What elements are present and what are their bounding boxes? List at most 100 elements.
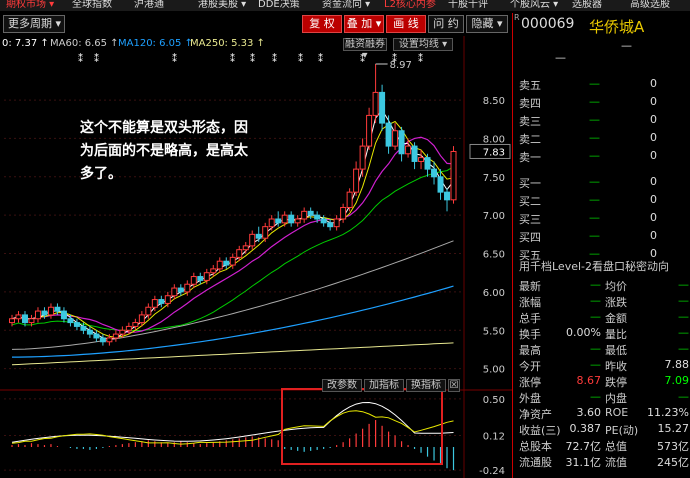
candle-body xyxy=(210,268,217,274)
candle-body xyxy=(86,329,93,335)
quote-stat-row: 涨幅 — 涨跌 — xyxy=(513,293,690,309)
ask-button[interactable]: 问 约 xyxy=(428,15,464,33)
add-indicator-button[interactable]: 加指标 xyxy=(364,379,404,392)
candle-body xyxy=(242,245,249,251)
restore-button[interactable]: 复 权 xyxy=(302,15,342,33)
candle-body xyxy=(411,145,418,162)
quote-stat-row: 最新 — 均价 — xyxy=(513,277,690,293)
restore-flag: R xyxy=(514,13,520,22)
stat-b: 内盘 xyxy=(605,392,627,405)
event-star-marker: ⁑ xyxy=(94,52,99,65)
stat-a: 净资产 xyxy=(519,408,552,421)
candle-body xyxy=(424,157,431,170)
menu-item[interactable]: 高级选股 xyxy=(630,0,670,11)
order-book-dash: — xyxy=(589,175,600,188)
stat-av: 0.00% xyxy=(566,326,601,339)
candle-body xyxy=(184,283,191,293)
order-book-label: 卖二 xyxy=(519,133,541,146)
macd-tick-label: 0.50 xyxy=(483,395,505,406)
overlay-button[interactable]: 叠 加 ▾ xyxy=(344,15,384,33)
candle-body xyxy=(405,145,412,155)
menu-item[interactable]: 全球指数 xyxy=(72,0,112,11)
order-book-value: 0 xyxy=(650,113,657,126)
menu-item[interactable]: 千股千评 xyxy=(448,0,488,11)
stat-a: 今开 xyxy=(519,360,541,373)
candle-body xyxy=(54,306,61,312)
hide-button[interactable]: 隐藏 ▾ xyxy=(466,15,508,33)
stat-a: 外盘 xyxy=(519,392,541,405)
candle-body xyxy=(431,168,438,178)
candle-body xyxy=(60,310,67,320)
stat-b: 均价 xyxy=(605,280,627,293)
margin-trading-dropdown[interactable]: 融资融券 ▾ xyxy=(343,38,387,61)
candle-body xyxy=(106,337,113,343)
menu-item[interactable]: 个股风云 ▾ xyxy=(510,0,558,11)
price-tick-label: 7.50 xyxy=(483,173,505,184)
quote-stat-row: 净资产 3.60 ROE 11.23% xyxy=(513,405,690,421)
order-book-label: 买三 xyxy=(519,213,541,226)
candle-body xyxy=(307,210,314,216)
order-book-value: 0 xyxy=(650,211,657,224)
level2-link[interactable]: 用千档Level-2看盘口秘密动向 xyxy=(519,258,669,274)
menu-item[interactable]: 资金流向 ▾ xyxy=(322,0,370,11)
candlestick-chart[interactable]: 8.508.007.507.006.506.005.505.008.977.83… xyxy=(0,36,512,478)
candle-body xyxy=(203,272,210,281)
order-book-row: 买二 — 0 xyxy=(513,191,690,209)
candle-body xyxy=(366,114,373,147)
quote-stat-row: 总手 — 金额 — xyxy=(513,309,690,325)
price-tick-label: 6.50 xyxy=(483,250,505,261)
candle-body xyxy=(418,157,425,162)
macd-dea-line xyxy=(11,410,454,445)
change-param-button[interactable]: 改参数 xyxy=(322,379,362,392)
order-book-label: 卖五 xyxy=(519,79,541,92)
menu-item[interactable]: 沪港通 xyxy=(134,0,164,11)
quote-stat-row: 换手 0.00% 量比 — xyxy=(513,325,690,341)
stat-b: PE(动) xyxy=(605,424,639,437)
candle-body xyxy=(372,91,379,116)
quote-stat-row: 流通股 31.1亿 流值 245亿 xyxy=(513,453,690,469)
candle-body xyxy=(255,233,262,239)
candle-body xyxy=(262,226,269,239)
price-tick-label: 8.50 xyxy=(483,96,505,107)
order-book-row: 卖三 — 0 xyxy=(513,111,690,129)
highlight-box xyxy=(281,388,443,465)
order-book-value: 0 xyxy=(650,149,657,162)
order-book-label: 买四 xyxy=(519,231,541,244)
draw-line-button[interactable]: 画 线 xyxy=(386,15,426,33)
menu-item[interactable]: 期权市场 ▾ xyxy=(6,0,54,11)
menu-item[interactable]: 港股美股 ▾ xyxy=(198,0,246,11)
order-book-row: 卖五 — 0 xyxy=(513,75,690,93)
price-tick-label: 5.00 xyxy=(483,365,505,376)
price-tick-label: 8.00 xyxy=(483,134,505,145)
candle-body xyxy=(190,276,197,285)
menu-item[interactable]: L2核心内参 xyxy=(384,0,436,11)
stat-av: 0.387 xyxy=(569,422,602,435)
switch-indicator-button[interactable]: 换指标 xyxy=(406,379,446,392)
stat-a: 流通股 xyxy=(519,456,552,469)
event-star-marker: ⁑ xyxy=(78,52,83,65)
order-book-dash: — xyxy=(589,149,600,162)
order-book-dash: — xyxy=(589,131,600,144)
period-dropdown[interactable]: 更多周期 ▾ xyxy=(3,15,65,33)
stat-av: — xyxy=(590,278,601,291)
stat-bv: — xyxy=(678,390,689,403)
top-menu-bar: 期权市场 ▾ 全球指数 沪港通 港股美股 ▾ DDE决策 资金流向 ▾ L2核心内参 千股千评… xyxy=(0,0,690,11)
stat-av: 72.7亿 xyxy=(565,440,602,453)
quote-stat-row: 最高 — 最低 — xyxy=(513,341,690,357)
close-indicator-icon[interactable]: ☒ xyxy=(448,379,460,392)
candle-body xyxy=(437,176,444,193)
order-book-row: 卖四 — 0 xyxy=(513,93,690,111)
candle-body xyxy=(268,218,275,228)
stat-bv: 11.23% xyxy=(647,406,689,419)
ma-setting-dropdown[interactable]: 设置均线 ▾ xyxy=(393,38,453,51)
menu-item[interactable]: DDE决策 xyxy=(258,0,300,11)
candle-body xyxy=(288,214,295,224)
menu-item[interactable]: 选股器 xyxy=(572,0,602,11)
stat-av: — xyxy=(590,358,601,371)
stat-b: 跌停 xyxy=(605,376,627,389)
order-book-value: 0 xyxy=(650,77,657,90)
stat-b: ROE xyxy=(605,406,629,419)
candle-body xyxy=(450,150,457,201)
macd-tick-label: -0.24 xyxy=(479,466,505,477)
stat-b: 流值 xyxy=(605,456,627,469)
